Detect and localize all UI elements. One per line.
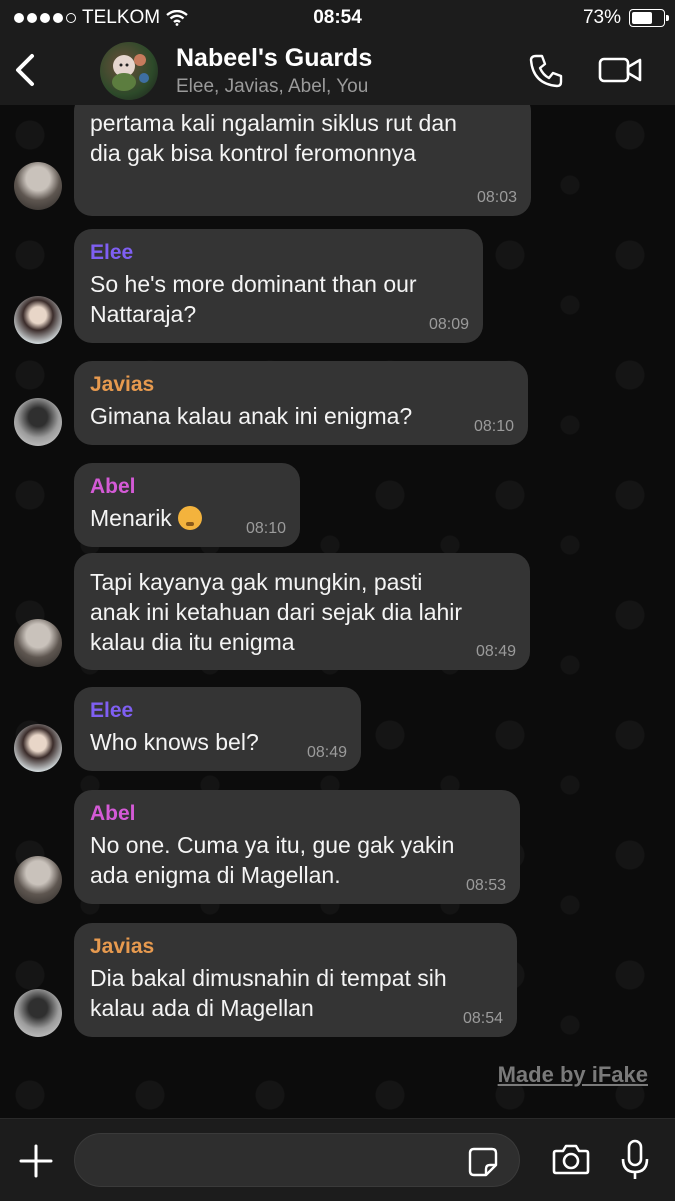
message-text-line: pertama kali ngalamin siklus rut dan [90,110,457,136]
sender-name[interactable]: Elee [90,699,345,723]
avatar[interactable] [14,296,62,344]
group-members[interactable]: Elee, Javias, Abel, You [176,76,368,98]
message-time: 08:49 [475,643,516,660]
message-text-line: kalau dia itu enigma [90,629,295,655]
group-name[interactable]: Nabeel's Guards [176,44,372,73]
message-bubble[interactable]: Elee So he's more dominant than our Natta… [74,229,483,343]
chat-header: Nabeel's Guards Elee, Javias, Abel, You [0,36,675,106]
message-text-line: ada enigma di Magellan. [90,862,341,888]
microphone-icon[interactable] [620,1139,650,1181]
message-time: 08:49 [306,744,347,761]
back-icon[interactable] [10,48,44,92]
sender-name[interactable]: Abel [90,475,284,499]
message-text-line: kalau ada di Magellan [90,995,314,1021]
message-text-line: Dia bakal dimusnahin di tempat sih [90,965,447,991]
message-bubble[interactable]: Javias Dia bakal dimusnahin di tempat si… [74,923,517,1037]
avatar[interactable] [14,398,62,446]
avatar[interactable] [14,724,62,772]
thinking-face-icon [177,506,202,530]
sticker-icon[interactable] [468,1147,498,1177]
battery-percentage: 73% [582,7,621,28]
message-text-line: anak ini ketahuan dari sejak dia lahir [90,599,463,625]
status-time: 08:54 [313,7,362,28]
sender-name[interactable]: Abel [90,802,504,826]
avatar[interactable] [14,619,62,667]
message-text-line: Nattaraja? [90,301,197,327]
message-bubble[interactable]: Abel Menarik 08:10 [74,463,300,547]
sender-name[interactable]: Javias [90,373,512,397]
message-text-line: Menarik [90,505,172,531]
message-text-line: So he's more dominant than our [90,271,417,297]
message-text-line: dia gak bisa kontrol feromonnya [90,140,417,166]
message-input[interactable] [74,1133,520,1187]
phone-icon[interactable] [527,52,565,90]
message-time: 08:09 [428,316,469,333]
message-time: 08:10 [245,520,286,537]
message-bubble[interactable]: Tapi kayanya gak mungkin, pasti anak ini … [74,553,530,670]
chat-area[interactable]: pertama kali ngalamin siklus rut dan dia … [0,105,675,1118]
message-time: 08:03 [476,189,517,206]
sender-name[interactable]: Javias [90,935,501,959]
camera-icon[interactable] [552,1142,590,1176]
message-bubble[interactable]: Elee Who knows bel? 08:49 [74,687,361,771]
message-time: 08:53 [465,877,506,894]
group-avatar[interactable] [100,42,158,100]
message-time: 08:10 [473,418,514,435]
video-camera-icon[interactable] [598,54,643,86]
status-bar: TELKOM 08:54 73% [0,0,675,36]
message-time: 08:54 [462,1010,503,1027]
avatar[interactable] [14,989,62,1037]
sender-name[interactable]: Elee [90,241,467,265]
message-bubble[interactable]: pertama kali ngalamin siklus rut dan dia … [74,105,531,216]
message-text-line: Who knows bel? [90,729,259,755]
message-text-line: Gimana kalau anak ini enigma? [90,403,413,429]
battery-icon [629,9,669,27]
avatar[interactable] [14,162,62,210]
avatar[interactable] [14,856,62,904]
message-text-line: No one. Cuma ya itu, gue gak yakin [90,832,455,858]
input-bar [0,1118,675,1201]
message-bubble[interactable]: Abel No one. Cuma ya itu, gue gak yakin a… [74,790,520,904]
message-bubble[interactable]: Javias Gimana kalau anak ini enigma? 08:… [74,361,528,445]
message-text-line: Tapi kayanya gak mungkin, pasti [90,569,423,595]
plus-icon[interactable] [18,1143,54,1179]
watermark: Made by iFake [497,1062,648,1087]
